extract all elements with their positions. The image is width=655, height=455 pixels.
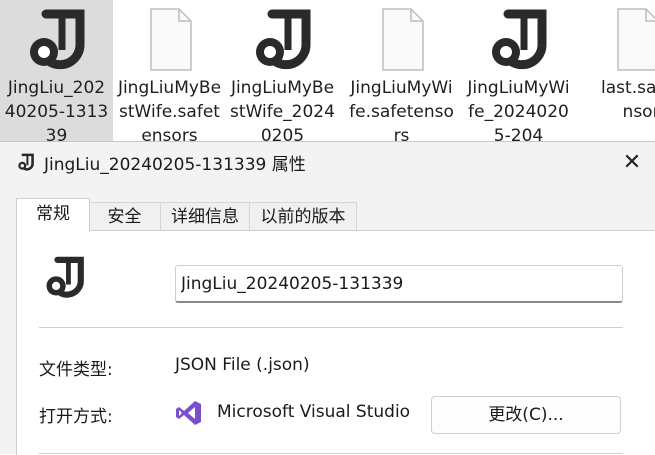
tab-previous-versions[interactable]: 以前的版本 — [249, 202, 357, 231]
jingliu-logo-icon — [46, 256, 84, 298]
file-item[interactable]: last.safetensors — [582, 0, 655, 145]
jingliu-logo-icon — [18, 153, 34, 171]
file-type-value: JSON File (.json) — [175, 355, 310, 375]
blank-document-icon — [617, 8, 655, 71]
close-icon: ✕ — [622, 149, 642, 175]
visual-studio-icon — [176, 401, 201, 425]
file-name: JingLiu_20240205-131339 — [4, 78, 109, 145]
file-list: JingLiu_20240205-131339 JingLiuMyBestWif… — [0, 0, 655, 145]
divider — [39, 453, 623, 454]
tab-general[interactable]: 常规 — [16, 198, 90, 232]
close-button[interactable]: ✕ — [609, 142, 655, 182]
open-with-app: Microsoft Visual Studio — [217, 402, 411, 422]
file-name: JingLiuMyBestWife.safetensors — [117, 78, 222, 145]
file-type-label: 文件类型: — [39, 360, 113, 380]
tab-security[interactable]: 安全 — [88, 202, 161, 231]
title-bar[interactable]: JingLiu_20240205-131339 属性 ✕ — [0, 142, 655, 182]
jingliu-logo-icon — [29, 9, 84, 70]
file-name: JingLiuMyWife_20240205-204 — [467, 78, 570, 145]
change-button[interactable]: 更改(C)... — [431, 396, 621, 434]
divider — [39, 327, 623, 328]
blank-document-icon — [381, 8, 424, 71]
file-name: last.safetensors — [601, 78, 655, 122]
dialog-title: JingLiu_20240205-131339 属性 — [44, 155, 306, 175]
blank-document-icon — [149, 8, 192, 71]
filename-input[interactable] — [175, 265, 623, 303]
file-name: JingLiuMyWife.safetensors — [349, 78, 454, 145]
file-name: JingLiuMyBestWife_20240205 — [230, 78, 335, 145]
file-item[interactable]: JingLiuMyWife_20240205-204 — [462, 0, 575, 145]
properties-dialog: JingLiu_20240205-131339 属性 ✕ 常规 安全 详细信息 … — [0, 141, 655, 455]
jingliu-logo-icon — [491, 9, 546, 70]
file-item[interactable]: JingLiuMyBestWife.safetensors — [113, 0, 226, 145]
file-item[interactable]: JingLiuMyWife.safetensors — [345, 0, 458, 145]
general-tab-panel: 文件类型: JSON File (.json) 打开方式: Microsoft … — [16, 230, 655, 455]
file-item[interactable]: JingLiu_20240205-131339 — [0, 0, 113, 145]
open-with-label: 打开方式: — [39, 407, 113, 427]
tab-details[interactable]: 详细信息 — [160, 202, 250, 231]
jingliu-logo-icon — [255, 9, 310, 70]
file-item[interactable]: JingLiuMyBestWife_20240205 — [226, 0, 339, 145]
